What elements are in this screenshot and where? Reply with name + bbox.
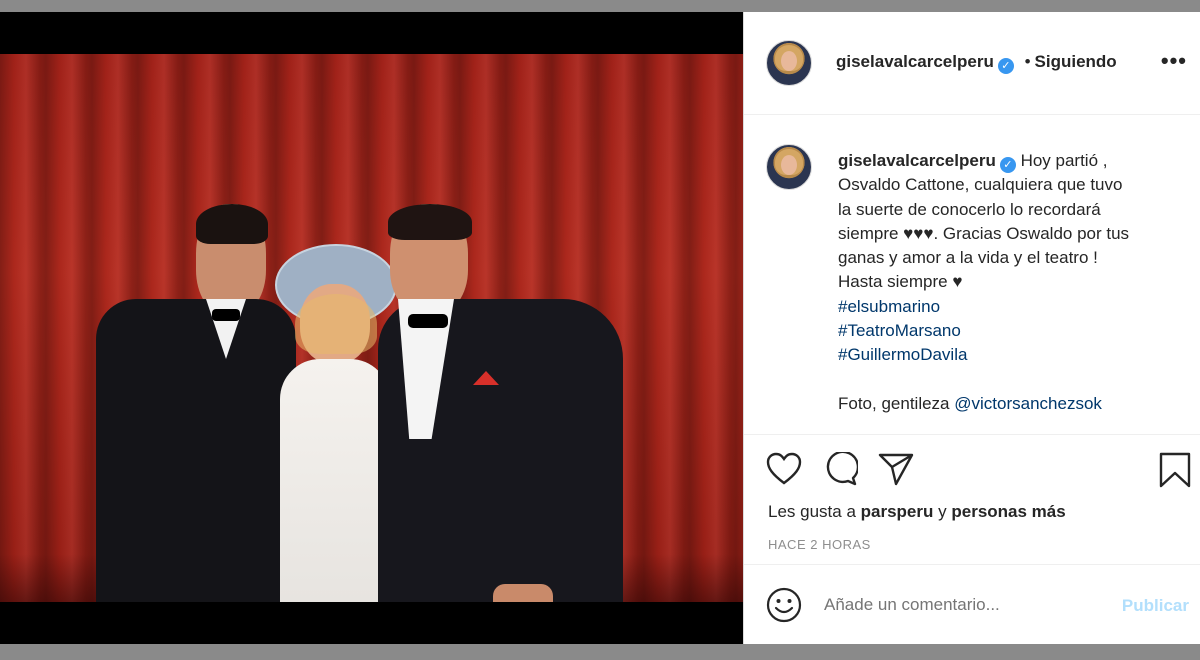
caption-username[interactable]: giselavalcarcelperu <box>838 151 996 170</box>
likes-others-link[interactable]: personas más <box>951 502 1065 521</box>
post-header: giselavalcarcelperu ✓ • Siguiendo ••• <box>744 12 1200 115</box>
caption-text: ganas y amor a la vida y el teatro ! <box>838 248 1098 268</box>
verified-badge-icon: ✓ <box>999 157 1016 173</box>
profile-avatar[interactable] <box>766 40 812 86</box>
post-side-panel: giselavalcarcelperu ✓ • Siguiendo ••• gise… <box>743 12 1200 644</box>
photo-man-right <box>378 204 628 602</box>
comment-bar: Publicar <box>744 564 1200 645</box>
hashtag-link[interactable]: #TeatroMarsano <box>838 321 961 340</box>
caption-text: la suerte de conocerlo lo recordará <box>838 199 1101 219</box>
photo-area <box>0 12 743 644</box>
heart-icon[interactable] <box>766 452 802 486</box>
photo-credit-text: Foto, gentileza <box>838 393 950 413</box>
comment-input[interactable] <box>824 595 1074 615</box>
more-options-icon[interactable]: ••• <box>1161 48 1187 74</box>
caption-block: giselavalcarcelperu ✓ Hoy partió , Osvald… <box>744 114 1200 435</box>
likes-connector: y <box>938 502 947 521</box>
post-timestamp[interactable]: HACE 2 HORAS <box>768 537 871 552</box>
comment-icon[interactable] <box>822 452 858 486</box>
instagram-post-modal: giselavalcarcelperu ✓ • Siguiendo ••• gise… <box>0 12 1200 644</box>
action-bar <box>744 448 1200 496</box>
post-photo[interactable] <box>0 54 743 602</box>
caption-text: Osvaldo Cattone, cualquiera que tuvo <box>838 175 1123 195</box>
caption-text: Hasta siempre ♥ <box>838 272 963 292</box>
following-button[interactable]: Siguiendo <box>1035 52 1117 71</box>
bookmark-icon[interactable] <box>1158 452 1192 488</box>
likes-summary: Les gusta a parsperu y personas más <box>768 502 1066 522</box>
emoji-icon[interactable] <box>766 587 802 623</box>
likes-prefix: Les gusta a <box>768 502 856 521</box>
mention-link[interactable]: @victorsanchezsok <box>954 394 1102 413</box>
post-caption: giselavalcarcelperu ✓ Hoy partió , Osvald… <box>838 149 1188 416</box>
send-icon[interactable] <box>878 452 914 486</box>
header-username[interactable]: giselavalcarcelperu <box>836 52 994 71</box>
hashtag-link[interactable]: #elsubmarino <box>838 297 940 316</box>
publish-button[interactable]: Publicar <box>1122 596 1189 616</box>
caption-text: siempre ♥♥♥. Gracias Oswaldo por tus <box>838 223 1130 243</box>
header-separator: • <box>1024 52 1031 71</box>
caption-avatar[interactable] <box>766 144 812 190</box>
verified-badge-icon: ✓ <box>997 58 1014 74</box>
caption-text: Hoy partió , <box>1020 151 1108 170</box>
liker-username[interactable]: parsperu <box>861 502 934 521</box>
header-text: giselavalcarcelperu ✓ • Siguiendo <box>836 52 1117 74</box>
hashtag-link[interactable]: #GuillermoDavila <box>838 345 967 364</box>
